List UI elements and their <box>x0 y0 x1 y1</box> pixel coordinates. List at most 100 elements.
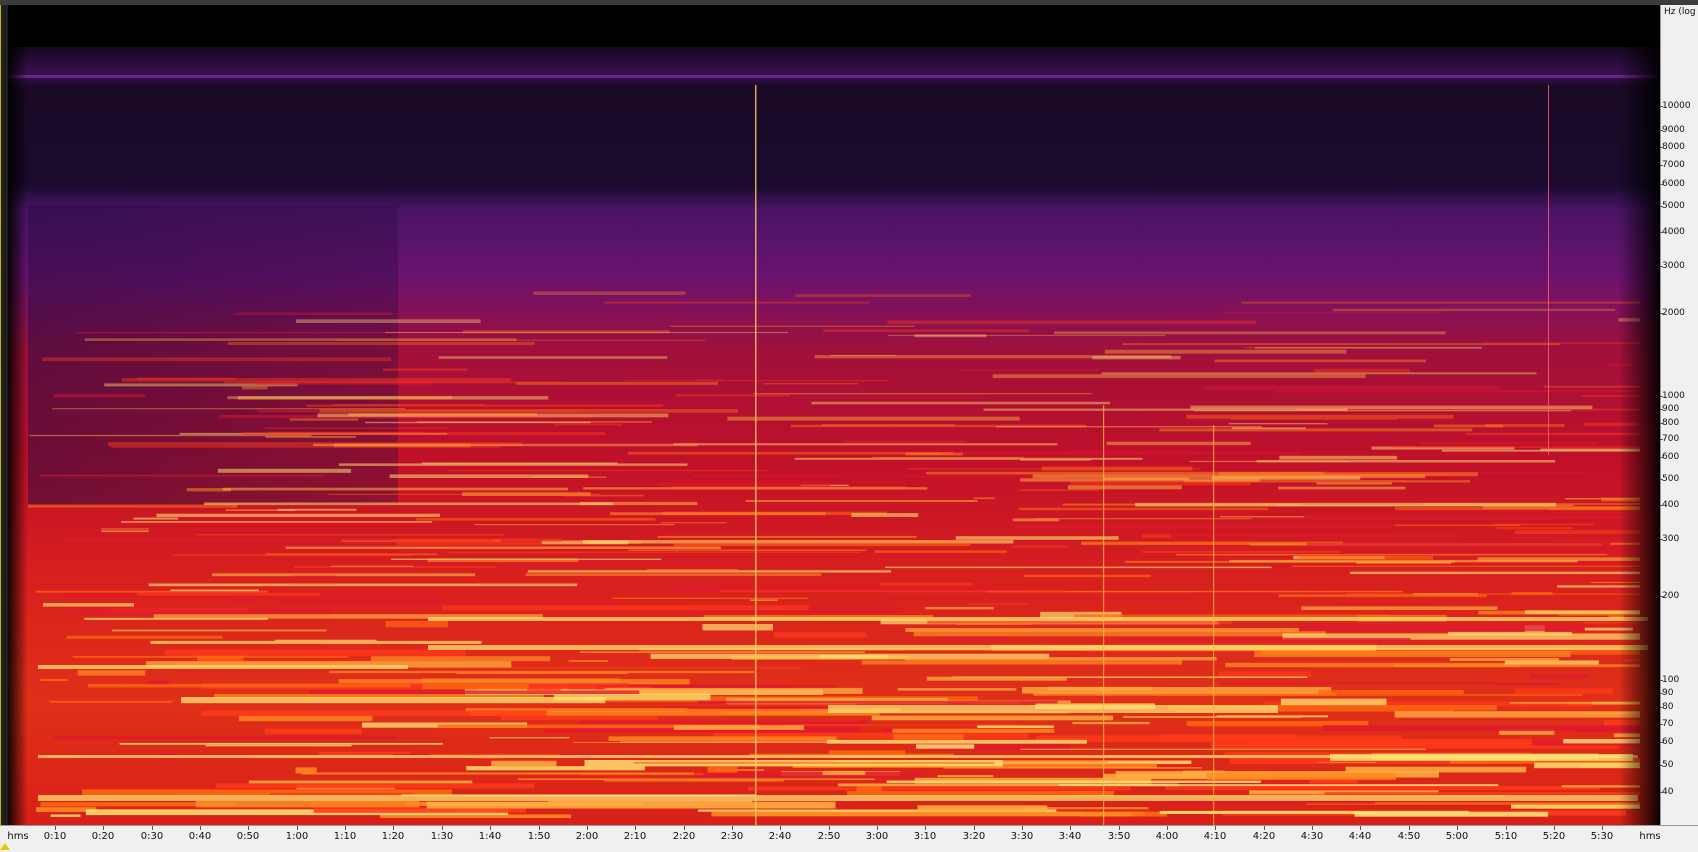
freq-tick-label: 500 <box>1659 474 1680 484</box>
freq-tick-label: 7000 <box>1660 160 1685 170</box>
time-tick-mark <box>539 826 540 830</box>
time-tick-mark <box>200 826 201 830</box>
time-tick-label: 2:30 <box>720 831 744 842</box>
freq-tick-label: 600 <box>1659 452 1680 462</box>
time-tick-label: 5:30 <box>1590 831 1614 842</box>
time-tick-label: 3:10 <box>913 831 937 842</box>
time-tick-mark <box>635 826 636 830</box>
time-tick-label: 4:00 <box>1155 831 1179 842</box>
time-tick-label: 4:10 <box>1203 831 1227 842</box>
time-tick-mark <box>587 826 588 830</box>
freq-tick-label: 60 <box>1659 737 1674 747</box>
time-tick-mark <box>1554 826 1555 830</box>
time-tick-label: 2:40 <box>768 831 792 842</box>
time-tick-mark <box>1409 826 1410 830</box>
freq-tick-label: 700 <box>1659 434 1680 444</box>
spectrogram-view[interactable] <box>8 5 1660 825</box>
time-tick-mark <box>780 826 781 830</box>
time-tick-mark <box>732 826 733 830</box>
time-tick-mark <box>55 826 56 830</box>
time-tick-mark <box>1070 826 1071 830</box>
freq-tick-label: 10000 <box>1660 101 1691 111</box>
cursor-flag-icon[interactable] <box>0 843 10 850</box>
time-tick-label: 5:00 <box>1445 831 1469 842</box>
time-tick-mark <box>925 826 926 830</box>
time-tick-label: 0:30 <box>140 831 164 842</box>
freq-tick-label: 90 <box>1659 688 1674 698</box>
time-tick-mark <box>877 826 878 830</box>
time-axis-start-label: hms <box>7 831 29 842</box>
time-tick-label: 0:10 <box>43 831 67 842</box>
time-tick-mark <box>829 826 830 830</box>
time-tick-label: 5:10 <box>1494 831 1518 842</box>
freq-tick-label: 900 <box>1659 404 1680 414</box>
time-tick-label: 2:50 <box>817 831 841 842</box>
time-tick-mark <box>1215 826 1216 830</box>
time-tick-label: 4:40 <box>1348 831 1372 842</box>
time-tick-label: 1:10 <box>333 831 357 842</box>
time-tick-label: 3:50 <box>1107 831 1131 842</box>
time-tick-label: 2:00 <box>575 831 599 842</box>
time-tick-label: 1:50 <box>527 831 551 842</box>
freq-tick-label: 400 <box>1659 500 1680 510</box>
time-tick-mark <box>1264 826 1265 830</box>
time-tick-label: 3:40 <box>1058 831 1082 842</box>
freq-tick-label: 100 <box>1659 675 1680 685</box>
time-tick-mark <box>684 826 685 830</box>
freq-tick-label: 50 <box>1659 760 1674 770</box>
freq-tick-label: 300 <box>1659 534 1680 544</box>
time-tick-mark <box>1457 826 1458 830</box>
frequency-axis-title: Hz (log <box>1664 7 1696 17</box>
time-tick-mark <box>1022 826 1023 830</box>
time-tick-mark <box>1167 826 1168 830</box>
time-tick-label: 5:20 <box>1542 831 1566 842</box>
time-tick-label: 0:40 <box>188 831 212 842</box>
time-tick-mark <box>974 826 975 830</box>
time-tick-label: 2:10 <box>623 831 647 842</box>
time-tick-label: 3:20 <box>962 831 986 842</box>
time-tick-label: 4:50 <box>1397 831 1421 842</box>
spectrogram-window: Hz (log 10000 9000 8000 7000 6000 5000 4… <box>0 0 1698 852</box>
time-tick-mark <box>248 826 249 830</box>
time-tick-mark <box>103 826 104 830</box>
time-tick-mark <box>1506 826 1507 830</box>
time-tick-mark <box>393 826 394 830</box>
freq-tick-label: 40 <box>1659 787 1674 797</box>
freq-tick-label: 9000 <box>1660 125 1685 135</box>
time-tick-mark <box>1119 826 1120 830</box>
time-tick-label: 4:20 <box>1252 831 1276 842</box>
freq-tick-label: 8000 <box>1660 142 1685 152</box>
time-tick-label: 0:20 <box>91 831 115 842</box>
time-tick-label: 0:50 <box>236 831 260 842</box>
freq-tick-label: 6000 <box>1660 179 1685 189</box>
freq-tick-label: 5000 <box>1660 201 1685 211</box>
time-tick-mark <box>297 826 298 830</box>
freq-tick-label: 200 <box>1659 591 1680 601</box>
time-tick-mark <box>1360 826 1361 830</box>
time-tick-label: 1:40 <box>478 831 502 842</box>
time-tick-label: 3:00 <box>865 831 889 842</box>
freq-tick-label: 800 <box>1659 418 1680 428</box>
time-axis: hms 0:10 0:20 0:30 0:40 0:50 1:00 1:10 1:20 1:30… <box>0 825 1698 852</box>
time-tick-mark <box>1312 826 1313 830</box>
time-tick-label: 1:00 <box>285 831 309 842</box>
time-tick-label: 3:30 <box>1010 831 1034 842</box>
time-tick-label: 2:20 <box>672 831 696 842</box>
playback-cursor[interactable] <box>0 5 1 825</box>
freq-tick-label: 70 <box>1659 719 1674 729</box>
freq-tick-label: 3000 <box>1660 261 1685 271</box>
time-tick-mark <box>1602 826 1603 830</box>
time-tick-label: 4:30 <box>1300 831 1324 842</box>
freq-tick-label: 1000 <box>1660 391 1685 401</box>
time-tick-mark <box>345 826 346 830</box>
freq-tick-label: 2000 <box>1660 308 1685 318</box>
freq-tick-label: 80 <box>1659 702 1674 712</box>
freq-tick-label: 4000 <box>1660 227 1685 237</box>
time-tick-label: 1:30 <box>430 831 454 842</box>
time-tick-mark <box>152 826 153 830</box>
time-axis-end-label: hms <box>1639 831 1661 842</box>
time-tick-mark <box>490 826 491 830</box>
frequency-axis: Hz (log 10000 9000 8000 7000 6000 5000 4… <box>1659 5 1698 825</box>
time-tick-label: 1:20 <box>381 831 405 842</box>
spectrogram-image[interactable] <box>8 5 1660 825</box>
